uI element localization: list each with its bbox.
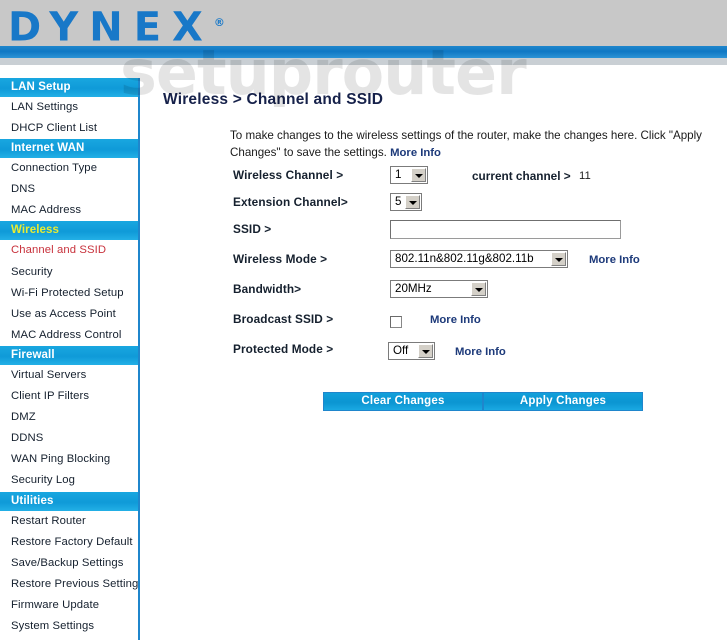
wireless-mode-control: 802.11n&802.11g&802.11b bbox=[390, 250, 568, 268]
row-bandwidth: Bandwidth> 20MHz bbox=[142, 280, 727, 304]
header-secondary-divider bbox=[0, 58, 727, 65]
protected-mode-label: Protected Mode > bbox=[233, 342, 334, 356]
chevron-down-icon bbox=[411, 168, 426, 182]
intro-text: To make changes to the wireless settings… bbox=[230, 129, 702, 159]
sidebar-item-security-log[interactable]: Security Log bbox=[0, 470, 138, 491]
ssid-control bbox=[390, 220, 621, 239]
row-ssid: SSID > bbox=[142, 220, 727, 244]
wireless-channel-control: 1 bbox=[390, 166, 428, 184]
bandwidth-control: 20MHz bbox=[390, 280, 488, 298]
extension-channel-value: 5 bbox=[395, 195, 402, 208]
broadcast-ssid-more-info-link[interactable]: More Info bbox=[430, 314, 481, 326]
sidebar-item-dmz[interactable]: DMZ bbox=[0, 407, 138, 428]
main-content: Wireless > Channel and SSID To make chan… bbox=[142, 66, 727, 640]
row-broadcast-ssid: Broadcast SSID > More Info bbox=[142, 310, 727, 334]
sidebar-item-lan-settings[interactable]: LAN Settings bbox=[0, 97, 138, 118]
protected-mode-control: Off bbox=[388, 342, 435, 360]
chevron-down-icon bbox=[405, 195, 420, 209]
wireless-mode-select[interactable]: 802.11n&802.11g&802.11b bbox=[390, 250, 568, 268]
sidebar-item-system-settings[interactable]: System Settings bbox=[0, 616, 138, 637]
protected-mode-more-info-link[interactable]: More Info bbox=[455, 346, 506, 358]
extension-channel-control: 5 bbox=[390, 193, 422, 211]
sidebar-item-connection-type[interactable]: Connection Type bbox=[0, 158, 138, 179]
row-wireless-mode: Wireless Mode > 802.11n&802.11g&802.11b … bbox=[142, 250, 727, 274]
wireless-channel-label: Wireless Channel > bbox=[233, 168, 344, 182]
broadcast-ssid-control bbox=[390, 313, 402, 331]
intro-more-info-link[interactable]: More Info bbox=[390, 147, 441, 159]
sidebar-item-restore-previous-settings[interactable]: Restore Previous Settings bbox=[0, 574, 138, 595]
sidebar-item-dhcp-client-list[interactable]: DHCP Client List bbox=[0, 118, 138, 139]
apply-changes-button[interactable]: Apply Changes bbox=[484, 393, 642, 410]
wireless-channel-select[interactable]: 1 bbox=[390, 166, 428, 184]
sidebar-nav: LAN Setup LAN Settings DHCP Client List Int… bbox=[0, 78, 140, 640]
sidebar-item-ddns[interactable]: DDNS bbox=[0, 428, 138, 449]
sidebar-item-dns[interactable]: DNS bbox=[0, 179, 138, 200]
sidebar-section-firewall: Firewall bbox=[0, 345, 138, 365]
bandwidth-label: Bandwidth> bbox=[233, 282, 302, 296]
sidebar-item-wi-fi-protected-setup[interactable]: Wi-Fi Protected Setup bbox=[0, 283, 138, 304]
protected-mode-value: Off bbox=[393, 344, 409, 357]
page-title: Wireless > Channel and SSID bbox=[163, 91, 384, 108]
sidebar-item-security[interactable]: Security bbox=[0, 262, 138, 283]
broadcast-ssid-label: Broadcast SSID > bbox=[233, 312, 334, 326]
bandwidth-value: 20MHz bbox=[395, 282, 432, 295]
ssid-label: SSID > bbox=[233, 222, 272, 236]
trademark-symbol: ® bbox=[213, 16, 225, 29]
sidebar-item-virtual-servers[interactable]: Virtual Servers bbox=[0, 365, 138, 386]
sidebar-item-use-as-access-point[interactable]: Use as Access Point bbox=[0, 304, 138, 325]
chevron-down-icon bbox=[418, 344, 433, 358]
row-extension-channel: Extension Channel> 5 bbox=[142, 193, 727, 214]
sidebar-item-restore-factory-default[interactable]: Restore Factory Default bbox=[0, 532, 138, 553]
extension-channel-label: Extension Channel> bbox=[233, 195, 348, 209]
sidebar-item-firmware-update[interactable]: Firmware Update bbox=[0, 595, 138, 616]
wireless-channel-value: 1 bbox=[395, 168, 402, 181]
sidebar-item-wan-ping-blocking[interactable]: WAN Ping Blocking bbox=[0, 449, 138, 470]
ssid-input[interactable] bbox=[390, 220, 621, 239]
logo-text: DYNEX bbox=[8, 4, 214, 46]
intro-paragraph: To make changes to the wireless settings… bbox=[230, 128, 727, 161]
sidebar-section-lan-setup: LAN Setup bbox=[0, 78, 138, 97]
current-channel-value: 11 bbox=[579, 170, 591, 182]
header-blue-divider bbox=[0, 46, 727, 58]
sidebar-section-internet-wan: Internet WAN bbox=[0, 139, 138, 159]
chevron-down-icon bbox=[551, 252, 566, 266]
chevron-down-icon bbox=[471, 282, 486, 296]
broadcast-ssid-checkbox[interactable] bbox=[390, 315, 402, 328]
form-action-bar: Clear Changes Apply Changes bbox=[323, 392, 643, 411]
wireless-mode-value: 802.11n&802.11g&802.11b bbox=[395, 252, 534, 265]
wireless-mode-more-info-link[interactable]: More Info bbox=[589, 254, 640, 266]
extension-channel-select[interactable]: 5 bbox=[390, 193, 422, 211]
wireless-settings-form: Wireless Channel > 1 current channel > 1… bbox=[142, 166, 727, 370]
row-protected-mode: Protected Mode > Off More Info bbox=[142, 340, 727, 364]
row-wireless-channel: Wireless Channel > 1 current channel > 1… bbox=[142, 166, 727, 187]
dynex-logo: DYNEX® bbox=[8, 1, 225, 46]
protected-mode-select[interactable]: Off bbox=[388, 342, 435, 360]
router-admin-page: DYNEX® setuprouter LAN SetupLAN Settings… bbox=[0, 0, 727, 640]
current-channel-label: current channel > bbox=[472, 169, 571, 183]
sidebar-item-mac-address-control[interactable]: MAC Address Control bbox=[0, 325, 138, 346]
sidebar-item-mac-address[interactable]: MAC Address bbox=[0, 200, 138, 221]
sidebar-section-utilities: Utilities bbox=[0, 491, 138, 511]
sidebar-item-restart-router[interactable]: Restart Router bbox=[0, 511, 138, 532]
wireless-mode-label: Wireless Mode > bbox=[233, 252, 328, 266]
sidebar-item-client-ip-filters[interactable]: Client IP Filters bbox=[0, 386, 138, 407]
clear-changes-button[interactable]: Clear Changes bbox=[324, 393, 482, 410]
sidebar-item-channel-and-ssid[interactable]: Channel and SSID bbox=[0, 240, 138, 261]
sidebar-section-wireless: Wireless bbox=[0, 221, 138, 241]
sidebar-item-save-backup-settings[interactable]: Save/Backup Settings bbox=[0, 553, 138, 574]
bandwidth-select[interactable]: 20MHz bbox=[390, 280, 488, 298]
page-header: DYNEX® bbox=[0, 0, 727, 46]
